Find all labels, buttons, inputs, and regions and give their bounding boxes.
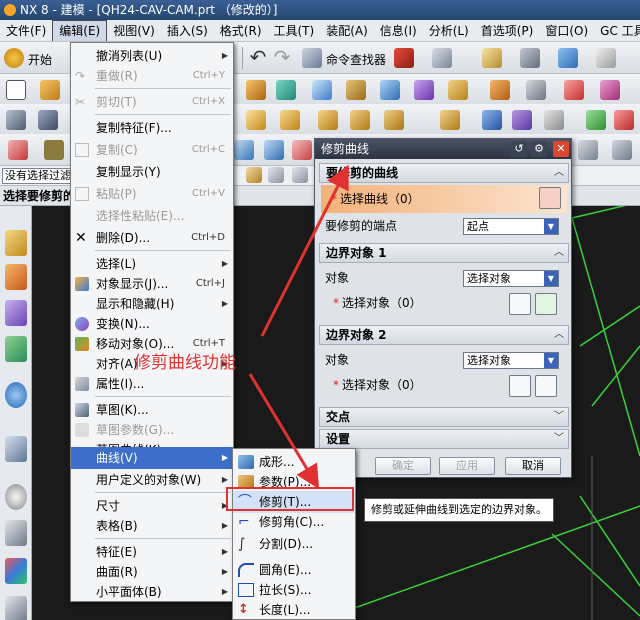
arrow-to-trim-menu [248, 373, 320, 490]
annotation-arrows [248, 164, 349, 490]
arrow-to-dialog [260, 164, 349, 337]
annotation-label: 修剪曲线功能 [134, 353, 236, 373]
